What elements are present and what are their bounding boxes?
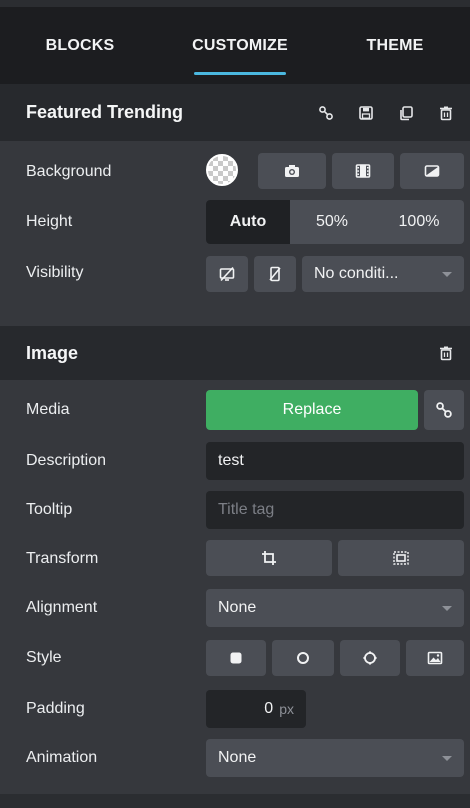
style-label: Style [26, 649, 62, 666]
tooltip-input[interactable]: Title tag [206, 491, 464, 529]
media-label: Media [26, 401, 70, 418]
height-segmented-control: Auto 50% 100% [206, 200, 464, 244]
copy-icon[interactable] [392, 99, 420, 127]
panel-footer [0, 794, 470, 808]
link-icon [436, 402, 452, 418]
hide-mobile-button[interactable] [254, 256, 296, 292]
crop-icon [262, 551, 276, 565]
link-icon[interactable] [312, 99, 340, 127]
padding-unit: px [279, 701, 294, 717]
circle-icon [297, 652, 309, 664]
background-label: Background [26, 163, 112, 180]
section-header-image: Image [0, 326, 470, 380]
tooltip-label: Tooltip [26, 501, 73, 518]
style-image-button[interactable] [406, 640, 464, 676]
tab-bar: BLOCKS CUSTOMIZE THEME [0, 7, 470, 84]
height-label: Height [26, 213, 73, 230]
style-rounded-button[interactable] [340, 640, 400, 676]
section-actions [429, 326, 460, 380]
trash-icon[interactable] [432, 339, 460, 367]
window-top-strip [0, 0, 470, 7]
section-title: Featured Trending [26, 102, 184, 122]
background-image-button[interactable] [258, 153, 326, 189]
replace-button[interactable]: Replace [206, 390, 418, 430]
background-color-swatch[interactable] [206, 154, 238, 186]
padding-input[interactable]: 0 px [206, 690, 306, 728]
tab-customize[interactable]: CUSTOMIZE [160, 7, 320, 84]
hide-mobile-icon [269, 266, 281, 282]
background-gradient-button[interactable] [400, 153, 464, 189]
alignment-select[interactable]: None [206, 589, 464, 627]
square-icon [230, 652, 242, 664]
alignment-label: Alignment [26, 599, 98, 616]
style-circle-button[interactable] [272, 640, 334, 676]
background-video-button[interactable] [332, 153, 394, 189]
height-option-auto[interactable]: Auto [206, 200, 290, 244]
height-option-50[interactable]: 50% [290, 200, 374, 244]
resize-icon [393, 551, 409, 565]
visibility-condition-value: No conditi... [314, 265, 399, 282]
section-header-featured-trending: Featured Trending [0, 84, 470, 141]
camera-icon [285, 165, 299, 177]
style-square-button[interactable] [206, 640, 266, 676]
hide-desktop-button[interactable] [206, 256, 248, 292]
animation-value: None [218, 749, 257, 766]
trash-icon[interactable] [432, 99, 460, 127]
film-icon [355, 164, 371, 178]
save-icon[interactable] [352, 99, 380, 127]
section-title: Image [26, 342, 79, 363]
crop-button[interactable] [206, 540, 332, 576]
tab-blocks[interactable]: BLOCKS [0, 7, 160, 84]
chevron-down-icon [442, 272, 452, 277]
tab-theme[interactable]: THEME [320, 7, 470, 84]
chevron-down-icon [442, 606, 452, 611]
resize-button[interactable] [338, 540, 464, 576]
description-label: Description [26, 452, 107, 469]
hide-desktop-icon [219, 266, 235, 282]
description-input[interactable]: test [206, 442, 464, 480]
padding-label: Padding [26, 700, 85, 717]
media-link-button[interactable] [424, 390, 464, 430]
chevron-down-icon [442, 756, 452, 761]
animation-label: Animation [26, 749, 98, 766]
section-actions [309, 84, 460, 141]
gradient-icon [424, 165, 440, 177]
animation-select[interactable]: None [206, 739, 464, 777]
alignment-value: None [218, 599, 257, 616]
image-icon [427, 651, 443, 665]
rounded-icon [363, 651, 377, 665]
visibility-label: Visibility [26, 264, 84, 281]
height-option-100[interactable]: 100% [374, 200, 464, 244]
transform-label: Transform [26, 550, 99, 567]
padding-value: 0 [264, 700, 274, 717]
visibility-condition-select[interactable]: No conditi... [302, 256, 464, 292]
